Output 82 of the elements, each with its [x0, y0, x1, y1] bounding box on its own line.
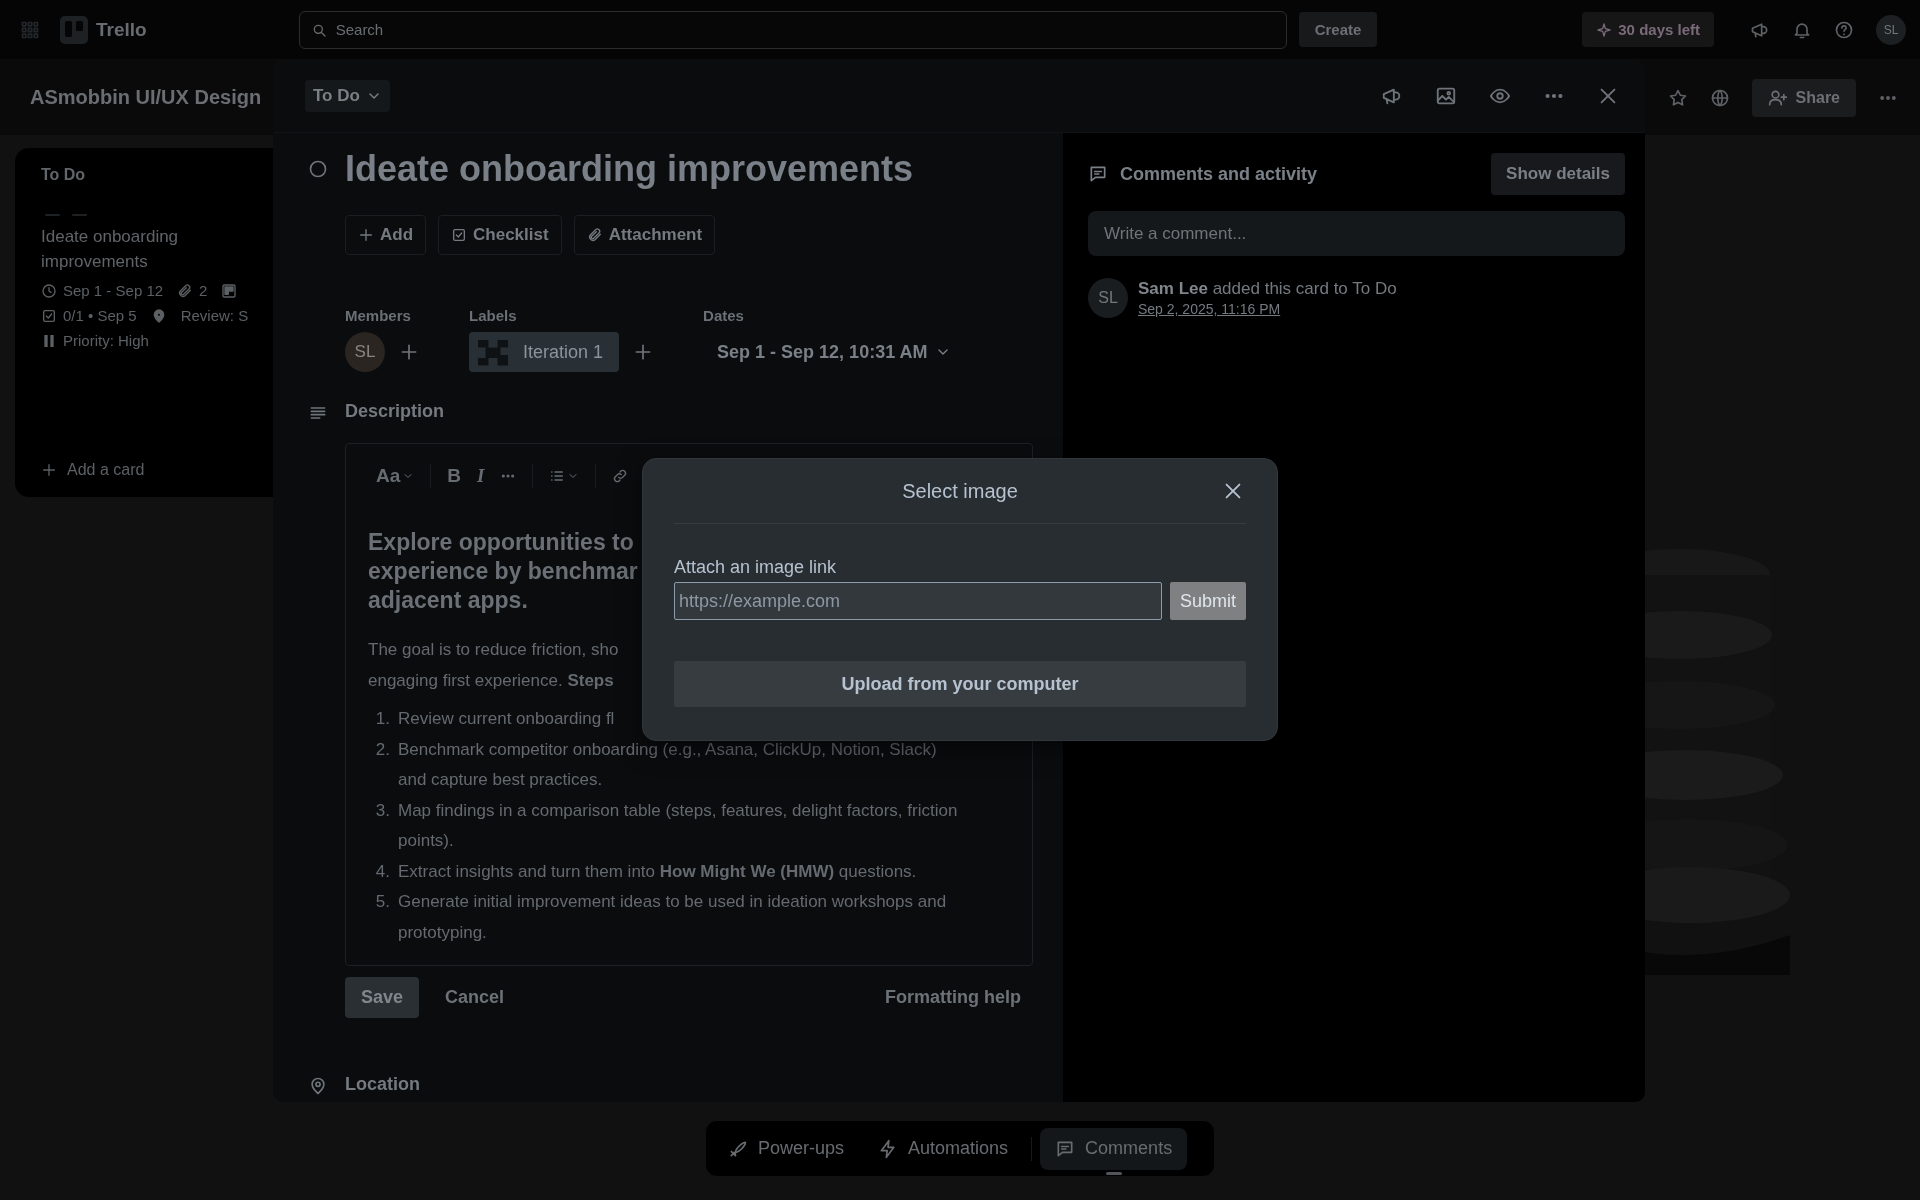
list-number: 5. — [374, 891, 391, 913]
labels-label: Labels — [469, 307, 518, 324]
badge-text: 2 — [199, 282, 208, 299]
submit-button[interactable]: Submit — [1169, 582, 1246, 620]
text-style-button[interactable]: Aa — [368, 465, 423, 487]
board-title: ASmobbin UI/UX Design — [30, 86, 262, 109]
list-item-text: Review current onboarding fl — [398, 708, 616, 730]
list-number: 1. — [374, 708, 391, 730]
toolbar-tab[interactable]: Power-ups — [713, 1127, 860, 1170]
members-label: Members — [345, 307, 412, 324]
description-heading: Description — [345, 401, 446, 423]
app-name: Trello — [96, 18, 147, 41]
board-icon — [221, 282, 238, 299]
list-item-text: Map findings in a comparison table (steps, features, delight factors, friction points). — [398, 799, 959, 852]
badge-text: 0/1 • Sep 5 — [63, 307, 137, 324]
badge-text: Priority: High — [63, 332, 149, 349]
list-item-text: Generate initial improvement ideas to be used in ideation workshops and prototyping. — [398, 891, 948, 944]
star-icon[interactable] — [1667, 87, 1688, 108]
add-card-link[interactable]: Add a card — [67, 461, 145, 479]
priority-bars-icon — [41, 332, 57, 349]
toolbar-tab[interactable]: Automations — [863, 1127, 1024, 1170]
field-label: Attach an image link — [674, 557, 837, 578]
editor-heading-line: Explore opportunities to — [368, 528, 634, 557]
editor-text-line: engaging first experience. Steps — [368, 669, 614, 692]
comment-icon — [1088, 164, 1108, 184]
globe-icon[interactable] — [1709, 87, 1730, 108]
create-button[interactable]: Create — [1298, 12, 1378, 47]
formatting-help-link[interactable]: Formatting help — [879, 977, 1027, 1018]
activity-time-link[interactable]: Sep 2, 2025, 11:16 PM — [1138, 301, 1281, 317]
complete-circle-icon[interactable] — [308, 159, 328, 179]
label-chip[interactable]: Iteration 1 — [469, 332, 620, 372]
badge-text: Review: S — [180, 307, 249, 324]
member-avatar[interactable]: SL — [345, 332, 385, 372]
action-button[interactable]: Attachment — [573, 215, 716, 255]
search-field[interactable]: Search — [298, 10, 1287, 49]
image-icon[interactable] — [1435, 85, 1457, 107]
checklist-icon — [41, 307, 57, 324]
share-button[interactable]: Share — [1751, 78, 1856, 117]
dialog-title: Select image — [902, 479, 1018, 503]
bold-button[interactable]: B — [439, 465, 470, 487]
list-number: 2. — [374, 738, 391, 761]
list-item-text: Benchmark competitor onboarding (e.g., Asana, ClickUp, Notion, Slack) and capture best practices. — [398, 738, 938, 791]
trial-button[interactable]: 30 days left — [1582, 12, 1714, 47]
member-avatar: SL — [1088, 278, 1128, 318]
dates-label: Dates — [703, 307, 745, 324]
action-button[interactable]: Add — [345, 215, 427, 255]
list-dropdown[interactable]: To Do — [305, 80, 390, 112]
clock-icon — [41, 282, 57, 299]
upload-button[interactable]: Upload from your computer — [674, 661, 1246, 707]
save-button[interactable]: Save — [345, 977, 420, 1018]
editor-heading-line: experience by benchmar — [368, 557, 638, 586]
card-title[interactable]: Ideate onboarding improvements — [41, 224, 251, 274]
activity-title: Comments and activity — [1120, 163, 1318, 185]
link-icon — [612, 468, 629, 484]
location-heading: Location — [345, 1074, 421, 1096]
list-icon — [549, 468, 566, 484]
list-number: 4. — [374, 860, 391, 883]
list-item-text: Extract insights and turn them into How Might We (HMW) questions. — [398, 860, 918, 883]
cancel-button[interactable]: Cancel — [439, 977, 511, 1018]
comment-field[interactable]: Write a comment... — [1088, 211, 1625, 256]
image-link-field[interactable]: https://example.com — [674, 582, 1162, 620]
paperclip-icon — [177, 282, 194, 299]
dates-dropdown[interactable]: Sep 1 - Sep 12, 10:31 AM — [703, 341, 966, 363]
action-button[interactable]: Checklist — [438, 215, 562, 255]
sparkle-icon — [1596, 21, 1613, 38]
checklist-icon — [451, 227, 468, 243]
plus-icon — [358, 227, 374, 243]
plus-icon — [41, 462, 57, 478]
help-icon[interactable] — [1834, 19, 1854, 40]
editor-heading-line: adjacent apps. — [368, 586, 528, 615]
add-member-icon[interactable] — [399, 342, 419, 362]
badge-text: Sep 1 - Sep 12 — [63, 282, 164, 299]
location-pin-icon — [308, 1076, 328, 1096]
show-details-button[interactable]: Show details — [1491, 153, 1625, 195]
italic-button[interactable]: I — [469, 465, 493, 487]
list-title: To Do — [41, 166, 87, 184]
editor-text-line: The goal is to reduce friction, sho — [368, 639, 619, 661]
activity-text: Sam Lee added this card to To Do — [1138, 278, 1397, 300]
paperclip-icon — [586, 227, 603, 243]
list-number: 3. — [374, 799, 391, 822]
user-avatar[interactable]: SL — [1876, 14, 1906, 45]
card-title: Ideate onboarding improvements — [345, 147, 915, 191]
